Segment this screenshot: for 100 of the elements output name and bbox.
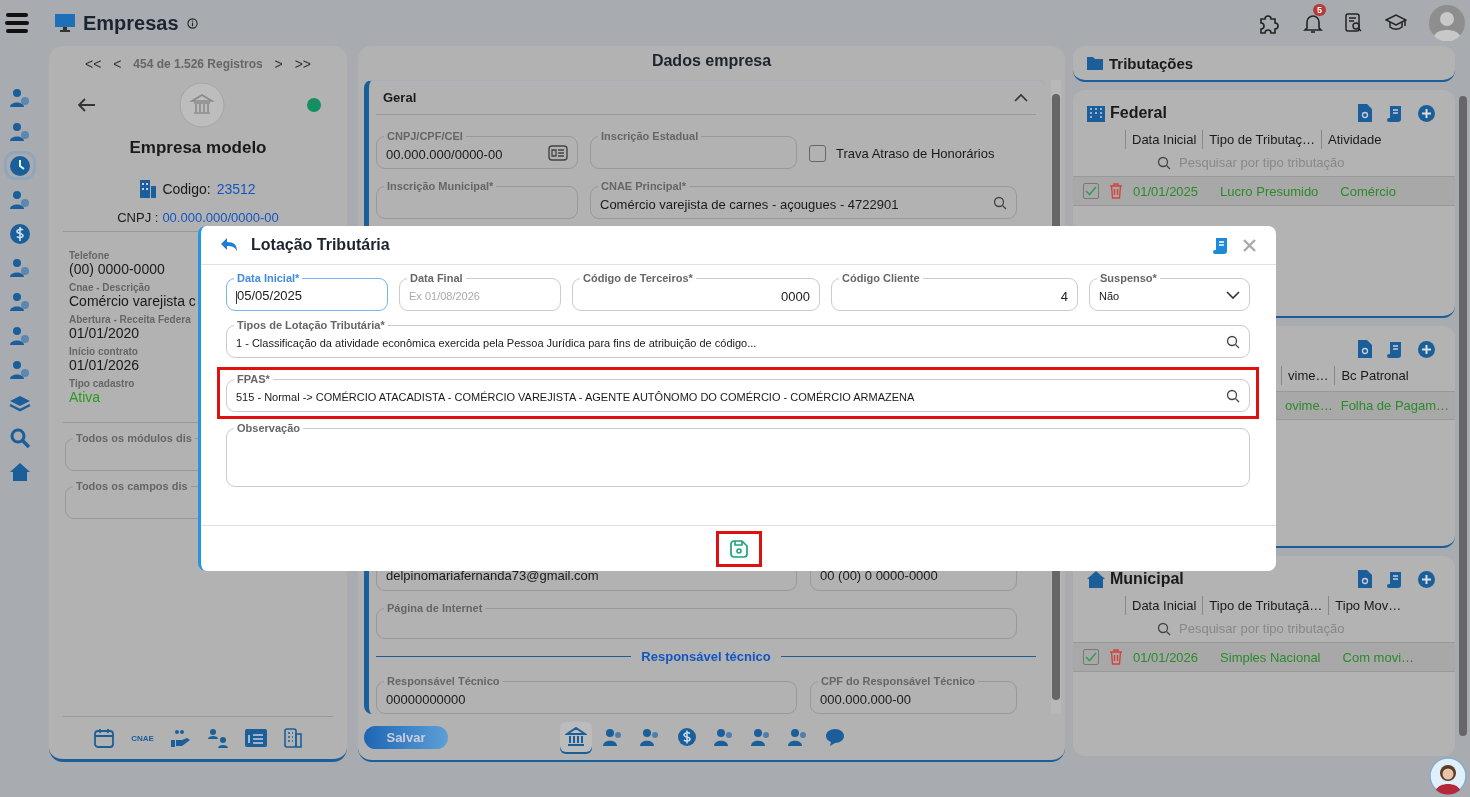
- bell-icon[interactable]: [1303, 12, 1323, 34]
- column-header[interactable]: vime…: [1281, 366, 1335, 385]
- calendar-icon[interactable]: [94, 728, 115, 748]
- input-field[interactable]: delpinomariafernanda73@gmail.com: [376, 557, 797, 592]
- input-field[interactable]: Código de Terceiros* 0000: [572, 271, 820, 311]
- users-icon[interactable]: [9, 188, 31, 211]
- input-field[interactable]: CNPJ/CPF/CEI 00.000.000/0000-00: [376, 129, 578, 170]
- panel-title: Dados empresa: [650, 51, 773, 71]
- search-icon[interactable]: [1226, 389, 1240, 403]
- field-value: 4: [1059, 287, 1069, 306]
- menu-icon[interactable]: [5, 11, 29, 35]
- search-icon[interactable]: [1157, 155, 1171, 170]
- company-name: Empresa modelo: [128, 138, 268, 158]
- text-area[interactable]: Observação: [226, 421, 1250, 487]
- table-cell: 01/01/2026: [1133, 649, 1199, 665]
- field-value: 0000: [780, 287, 811, 306]
- back-arrow-icon[interactable]: [78, 98, 96, 112]
- field-placeholder: Ex 01/08/2026: [408, 289, 481, 304]
- dollar-icon[interactable]: [9, 222, 31, 245]
- chat-icon: [824, 727, 846, 747]
- field-label: Todos os campos dis: [73, 479, 191, 493]
- section-title: Geral: [383, 90, 417, 106]
- column-header[interactable]: Atividade: [1321, 130, 1388, 149]
- document-search-icon[interactable]: [1358, 104, 1372, 122]
- checkbox[interactable]: [1083, 649, 1099, 665]
- chevron-icon[interactable]: [1014, 93, 1028, 103]
- house-icon: [1087, 570, 1105, 588]
- people-transfer-icon[interactable]: [207, 728, 228, 748]
- save-icon[interactable]: [728, 538, 749, 559]
- table-cell: Folha de Pagam…: [1340, 398, 1450, 413]
- notification-badge: 5: [1313, 4, 1326, 16]
- input-field[interactable]: Código Cliente 4: [831, 271, 1078, 311]
- user-gear-icon[interactable]: [9, 86, 31, 109]
- column-header[interactable]: Tipo Mov…: [1328, 596, 1408, 615]
- scroll-icon[interactable]: [1387, 340, 1403, 358]
- column-header[interactable]: Tipo de Tributaçã…: [1202, 596, 1329, 615]
- bank-tab[interactable]: [560, 722, 592, 752]
- checkbox[interactable]: [1083, 183, 1099, 199]
- column-header[interactable]: Tipo de Tributaç…: [1202, 130, 1322, 149]
- code-value: 23512: [216, 181, 256, 197]
- search-icon[interactable]: [993, 196, 1007, 211]
- avatar-icon[interactable]: [1429, 5, 1465, 41]
- input-field[interactable]: 00 (00) 0 0000-0000: [810, 557, 1017, 592]
- field-label: Suspenso*: [1097, 271, 1160, 285]
- checkbox[interactable]: [809, 144, 826, 162]
- home-icon[interactable]: [9, 460, 31, 483]
- graduation-cap-icon[interactable]: [1385, 14, 1407, 32]
- input-field[interactable]: Data Final Ex 01/08/2026: [399, 271, 561, 311]
- search-field[interactable]: FPAS* 515 - Normal -> COMÉRCIO ATACADISTA - COMÉRCIO VAREJISTA - AGENTE AUTÔNOMO DO COMÉRCIO - COMÉRCIO ARMAZENA: [226, 372, 1250, 412]
- search-icon[interactable]: [1226, 335, 1240, 349]
- column-header[interactable]: Bc Patronal: [1334, 366, 1415, 385]
- search-icon[interactable]: [1157, 621, 1171, 636]
- select-field[interactable]: Suspenso* Não: [1089, 271, 1250, 311]
- add-icon[interactable]: [1418, 104, 1435, 122]
- detail-label: Início contrato: [69, 346, 138, 357]
- first-record-button[interactable]: <<: [85, 56, 102, 72]
- assistant-avatar-icon[interactable]: [1429, 757, 1467, 795]
- field-label: Todos os módulos dis: [73, 431, 195, 445]
- buildings-icon[interactable]: [283, 728, 302, 748]
- chevron-down-icon[interactable]: [1226, 290, 1240, 300]
- field-label: Data Inicial*: [234, 271, 303, 285]
- trash-icon[interactable]: [1109, 183, 1123, 199]
- previous-record-button[interactable]: <: [113, 56, 122, 72]
- reply-arrow-icon[interactable]: [221, 238, 237, 252]
- hand-people-icon[interactable]: [170, 729, 191, 747]
- document-search-icon[interactable]: [1358, 570, 1372, 588]
- info-icon[interactable]: [186, 17, 198, 29]
- input-field[interactable]: Responsável Técnico 00000000000: [376, 674, 797, 714]
- detail-label: Tipo cadastro: [69, 378, 135, 389]
- trash-icon[interactable]: [1109, 649, 1123, 665]
- column-header[interactable]: Data Inicial: [1125, 596, 1203, 615]
- detail-value: Ativa: [69, 389, 101, 405]
- person-icon: [602, 727, 624, 747]
- scroll-icon[interactable]: [1213, 236, 1229, 254]
- document-search-icon[interactable]: [1345, 13, 1363, 33]
- scrollbar[interactable]: [1459, 96, 1467, 736]
- scroll-icon[interactable]: [1387, 104, 1403, 122]
- add-icon[interactable]: [1418, 340, 1435, 358]
- dialog-title: Lotação Tributária: [251, 236, 390, 254]
- input-field[interactable]: CPF do Responsável Técnico 000.000.000-00: [810, 674, 1017, 714]
- clock-icon[interactable]: [9, 154, 31, 177]
- column-header[interactable]: Data Inicial: [1125, 130, 1203, 149]
- field-value: Comércio varejista de carnes - açougues - 4722901: [599, 195, 900, 214]
- input-field[interactable]: Data Inicial* 05/05/2025: [226, 271, 388, 311]
- last-record-button[interactable]: >>: [294, 56, 311, 72]
- search-field[interactable]: Tipos de Lotação Tributária* 1 - Classificação da atividade econômica exercida pela Pessoa Jurídica para fins de atribuição de código...: [226, 318, 1250, 358]
- next-record-button[interactable]: >: [274, 56, 283, 72]
- scroll-icon[interactable]: [1387, 570, 1403, 588]
- search-field[interactable]: CNAE Principal* Comércio varejista de carnes - açougues - 4722901: [590, 179, 1017, 220]
- field-label: Inscrição Estadual: [598, 129, 702, 144]
- field-value: 00 (00) 0 0000-0000: [819, 566, 939, 585]
- id-card-icon[interactable]: [548, 145, 568, 162]
- detail-value: (00) 0000-0000: [69, 261, 165, 277]
- close-icon[interactable]: [1243, 238, 1256, 252]
- id-card-icon[interactable]: [244, 729, 267, 747]
- document-search-icon[interactable]: [1358, 340, 1372, 358]
- code-label: Codigo:: [162, 181, 211, 197]
- field-value: 00.000.000/0000-00: [385, 145, 504, 164]
- field-label: Página de Internet: [384, 601, 486, 616]
- add-icon[interactable]: [1418, 570, 1435, 588]
